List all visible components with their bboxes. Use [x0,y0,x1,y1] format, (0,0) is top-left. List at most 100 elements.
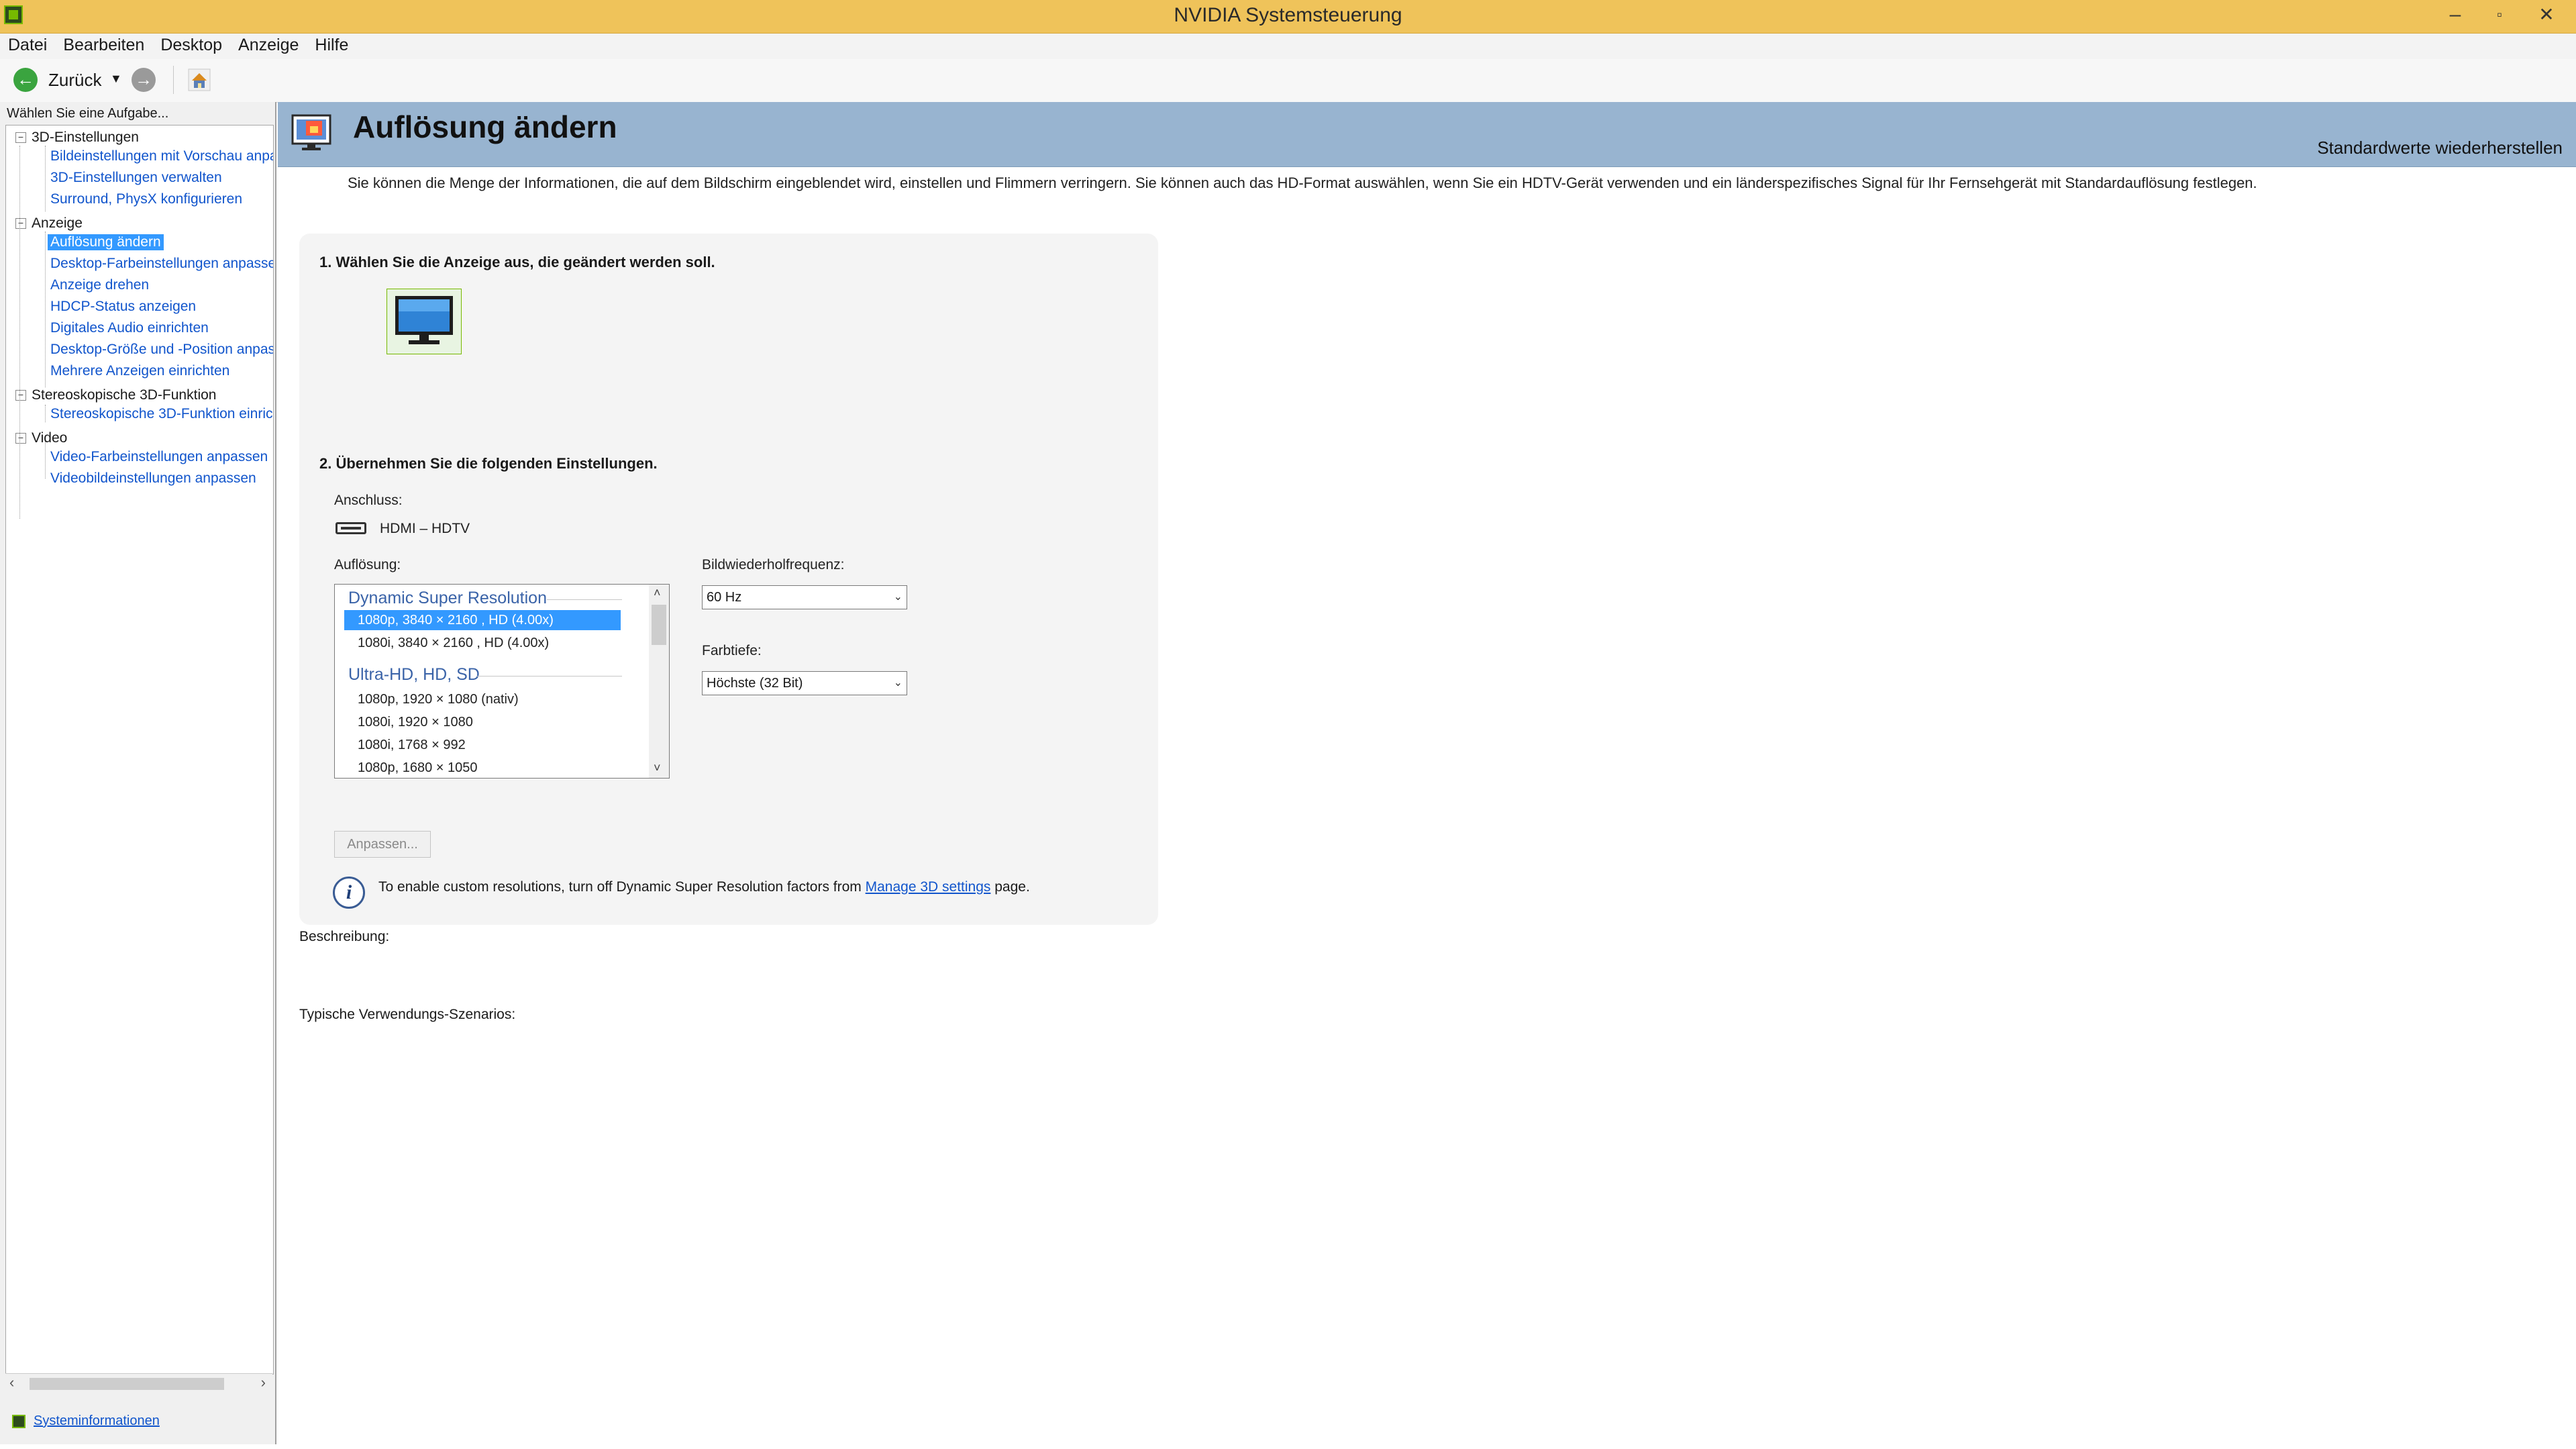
scrollbar-thumb[interactable] [30,1378,224,1390]
back-arrow-icon[interactable]: ← [13,68,38,92]
task-navigation-pane: Wählen Sie eine Aufgabe... −3D-Einstellu… [0,102,276,1444]
color-depth-select[interactable]: Höchste (32 Bit) ⌄ [702,671,907,695]
tree-item-hdcp-status[interactable]: HDCP-Status anzeigen [50,299,196,315]
menu-bearbeiten[interactable]: Bearbeiten [55,34,152,56]
horizontal-scrollbar[interactable]: ‹ › [5,1373,272,1394]
tree-item-anzeige-drehen[interactable]: Anzeige drehen [50,277,149,293]
resolution-option[interactable]: 1080p, 3840 × 2160 , HD (4.00x) [344,610,621,630]
intro-text: Sie können die Menge der Informationen, … [348,174,2257,191]
step2-heading: 2. Übernehmen Sie die folgenden Einstell… [319,455,658,472]
menu-datei[interactable]: Datei [0,34,55,56]
connection-label: Anschluss: [334,493,403,508]
customize-button[interactable]: Anpassen... [334,831,431,858]
tree-connector [45,232,46,387]
toolbar-separator [173,66,174,94]
usage-scenarios-label: Typische Verwendungs-Szenarios: [299,1007,516,1022]
tree-item-mehrere-anzeigen[interactable]: Mehrere Anzeigen einrichten [50,363,229,379]
nvidia-info-icon [12,1415,25,1428]
tree-item-bildeinstellungen[interactable]: Bildeinstellungen mit Vorschau anpa [50,148,273,164]
info-suffix: page. [990,879,1030,895]
collapse-toggle-icon[interactable]: − [15,390,26,401]
menu-desktop[interactable]: Desktop [152,34,230,56]
tree-item-digitales-audio[interactable]: Digitales Audio einrichten [50,320,209,336]
tree-connector [45,405,46,422]
color-depth-label: Farbtiefe: [702,643,762,658]
category-label: Stereoskopische 3D-Funktion [32,387,217,403]
resolution-option[interactable]: 1080i, 3840 × 2160 , HD (4.00x) [358,636,549,651]
monitor-icon[interactable] [387,289,462,354]
menu-hilfe[interactable]: Hilfe [307,34,356,56]
tree-item-stereoskopisch-einrichten[interactable]: Stereoskopische 3D-Funktion einrich [50,406,273,422]
menu-anzeige[interactable]: Anzeige [230,34,307,56]
category-label: 3D-Einstellungen [32,130,139,145]
home-icon[interactable] [187,67,212,93]
tree-category-stereoskopisch[interactable]: − Stereoskopische 3D-Funktion [15,387,216,403]
resolution-option[interactable]: 1080i, 1768 × 992 [358,738,466,753]
restore-defaults-link[interactable]: Standardwerte wiederherstellen [2317,138,2563,158]
tree-category-3d-einstellungen[interactable]: −3D-Einstellungen [15,130,139,146]
collapse-toggle-icon[interactable]: − [15,132,26,144]
tree-category-anzeige[interactable]: − Anzeige [15,215,83,232]
minimize-button[interactable]: – [2435,1,2475,28]
page-header: Auflösung ändern Standardwerte wiederher… [278,102,2576,167]
hdmi-connector-icon [336,522,366,534]
close-button[interactable]: ✕ [2526,1,2567,28]
refresh-rate-select[interactable]: 60 Hz ⌄ [702,585,907,609]
refresh-rate-label: Bildwiederholfrequenz: [702,557,845,572]
resolution-option[interactable]: 1080p, 1920 × 1080 (nativ) [358,692,519,707]
title-bar: NVIDIA Systemsteuerung – ▫ ✕ [0,0,2576,34]
group-divider [477,676,622,677]
tree-connector [45,146,46,211]
scroll-up-icon[interactable]: ˄ [654,586,661,600]
resolution-group-header: Ultra-HD, HD, SD [348,665,480,684]
custom-resolution-info: To enable custom resolutions, turn off D… [378,879,1030,895]
description-label: Beschreibung: [299,929,390,944]
tree-item-3d-verwalten[interactable]: 3D-Einstellungen verwalten [50,170,222,186]
tree-category-video[interactable]: − Video [15,430,67,446]
display-resolution-icon [291,114,331,150]
tree-item-desktop-farbeinstellungen[interactable]: Desktop-Farbeinstellungen anpassen [50,256,273,272]
back-history-dropdown-icon[interactable]: ▼ [110,72,122,86]
scrollbar-thumb[interactable] [652,605,666,645]
menu-bar: Datei Bearbeiten Desktop Anzeige Hilfe [0,34,2576,59]
collapse-toggle-icon[interactable]: − [15,218,26,230]
collapse-toggle-icon[interactable]: − [15,433,26,444]
tree-item-surround-physx[interactable]: Surround, PhysX konfigurieren [50,191,242,207]
system-info-label: Systeminformationen [34,1413,160,1428]
task-tree: −3D-Einstellungen Bildeinstellungen mit … [5,125,274,1375]
tree-connector [19,146,20,519]
window-title: NVIDIA Systemsteuerung [1174,4,1402,26]
resolution-label: Auflösung: [334,557,401,572]
scroll-left-icon[interactable]: ‹ [9,1374,14,1391]
step1-heading: 1. Wählen Sie die Anzeige aus, die geänd… [319,254,715,270]
resolution-option[interactable]: 1080i, 1920 × 1080 [358,715,473,730]
resolution-scrollbar[interactable]: ˄ ˅ [649,585,669,778]
connection-value: HDMI – HDTV [380,521,470,536]
chevron-down-icon: ⌄ [893,591,903,603]
resolution-option[interactable]: 1080p, 1680 × 1050 [358,760,478,776]
tree-item-video-farbeinstellungen[interactable]: Video-Farbeinstellungen anpassen [50,449,268,465]
chevron-down-icon: ⌄ [893,677,903,689]
color-depth-value: Höchste (32 Bit) [707,676,803,691]
info-icon: i [333,877,365,909]
toolbar: ← Zurück ▼ → [0,59,2576,103]
task-label: Wählen Sie eine Aufgabe... [7,106,169,121]
forward-arrow-icon[interactable]: → [132,68,156,92]
manage-3d-settings-link[interactable]: Manage 3D settings [866,879,991,895]
resolution-group-header: Dynamic Super Resolution [348,589,547,607]
group-divider [547,599,622,600]
tree-item-videobildeinstellungen[interactable]: Videobildeinstellungen anpassen [50,470,256,487]
info-text: To enable custom resolutions, turn off D… [378,879,866,895]
back-button[interactable]: Zurück [48,70,101,91]
refresh-rate-value: 60 Hz [707,590,742,605]
resolution-listbox[interactable]: Dynamic Super Resolution 1080p, 3840 × 2… [334,584,670,779]
tree-item-desktop-groesse[interactable]: Desktop-Größe und -Position anpass [50,342,273,358]
category-label: Video [32,430,68,446]
system-info-link[interactable]: Systeminformationen [12,1413,160,1429]
scroll-down-icon[interactable]: ˅ [654,761,661,775]
page-title: Auflösung ändern [353,109,617,144]
scroll-right-icon[interactable]: › [261,1374,266,1391]
category-label: Anzeige [32,215,83,231]
tree-item-aufloesung-aendern[interactable]: Auflösung ändern [48,234,164,250]
maximize-button[interactable]: ▫ [2479,1,2520,28]
